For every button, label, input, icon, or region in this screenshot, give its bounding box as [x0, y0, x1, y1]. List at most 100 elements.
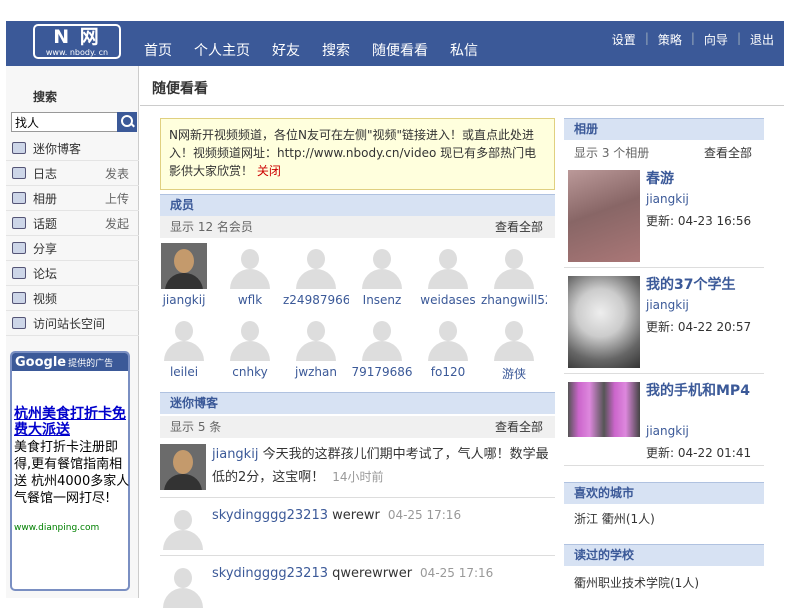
- separator: |: [736, 31, 741, 45]
- sidebar-item-label: 迷你博客: [33, 141, 82, 156]
- sidebar-item-share[interactable]: 分享: [6, 236, 139, 261]
- ad-tag: 提供的广告: [68, 358, 114, 369]
- school-value[interactable]: 衢州职业技术学院(1人): [574, 574, 699, 591]
- nav-messages[interactable]: 私信: [450, 40, 478, 60]
- avatar[interactable]: [359, 243, 405, 289]
- ad-url[interactable]: www.dianping.com: [14, 523, 99, 533]
- avatar[interactable]: [227, 315, 273, 361]
- ad-title-link[interactable]: 杭州美食打折卡免费大派送: [14, 406, 130, 438]
- album-title-link[interactable]: 我的37个学生: [646, 276, 761, 294]
- member-card[interactable]: z24987966: [283, 243, 349, 313]
- albums-view-all-link[interactable]: 查看全部: [704, 142, 752, 164]
- avatar[interactable]: [293, 243, 339, 289]
- search-input[interactable]: [11, 112, 121, 132]
- sidebar-item-action[interactable]: 上传: [105, 190, 129, 207]
- avatar[interactable]: [359, 315, 405, 361]
- settings-link[interactable]: 设置: [612, 31, 636, 48]
- member-card[interactable]: cnhky: [217, 315, 283, 385]
- member-card[interactable]: 79179686: [349, 315, 415, 385]
- feed-item: skydingggg23213 qwerewrwer 04-25 17:16: [160, 556, 555, 616]
- member-card[interactable]: jwzhan: [283, 315, 349, 385]
- members-view-all-link[interactable]: 查看全部: [495, 216, 543, 238]
- album-user-link[interactable]: jiangkij: [646, 424, 689, 438]
- member-card[interactable]: zhangwill52: [481, 243, 547, 313]
- albums-count: 显示 3 个相册: [574, 146, 650, 160]
- logout-link[interactable]: 退出: [750, 31, 774, 48]
- member-name-link[interactable]: wflk: [217, 293, 283, 307]
- sidebar-item-journal[interactable]: 日志 发表: [6, 161, 139, 186]
- miniblog-section-title: 迷你博客: [160, 392, 555, 414]
- city-value[interactable]: 浙江 衢州(1人): [574, 510, 655, 527]
- member-name-link[interactable]: jwzhan: [283, 365, 349, 379]
- avatar[interactable]: [160, 444, 206, 490]
- avatar[interactable]: [160, 504, 206, 550]
- member-card[interactable]: weidases: [415, 243, 481, 313]
- sidebar-item-forum[interactable]: 论坛: [6, 261, 139, 286]
- member-name-link[interactable]: fo120: [415, 365, 481, 379]
- sidebar-item-topic[interactable]: 话题 发起: [6, 211, 139, 236]
- sidebar-item-action[interactable]: 发表: [105, 165, 129, 182]
- avatar[interactable]: [491, 243, 537, 289]
- feed-user-link[interactable]: skydingggg23213: [212, 566, 328, 581]
- sidebar-item-video[interactable]: 视频: [6, 286, 139, 311]
- avatar[interactable]: [160, 562, 206, 608]
- avatar[interactable]: [161, 315, 207, 361]
- avatar[interactable]: [227, 243, 273, 289]
- nav-home[interactable]: 首页: [144, 40, 172, 60]
- member-card[interactable]: wflk: [217, 243, 283, 313]
- feed-user-link[interactable]: jiangkij: [212, 447, 258, 462]
- album-user-link[interactable]: jiangkij: [646, 298, 689, 312]
- member-name-link[interactable]: weidases: [415, 293, 481, 307]
- member-name-link[interactable]: Insenz: [349, 293, 415, 307]
- feed-user-link[interactable]: skydingggg23213: [212, 508, 328, 523]
- avatar[interactable]: [293, 315, 339, 361]
- member-name-link[interactable]: 79179686: [349, 365, 415, 379]
- member-card[interactable]: jiangkij: [151, 243, 217, 313]
- album-thumbnail[interactable]: [568, 382, 640, 437]
- member-name-link[interactable]: zhangwill52: [481, 293, 547, 307]
- nav-browse[interactable]: 随便看看: [372, 40, 428, 60]
- member-name-link[interactable]: z24987966: [283, 293, 349, 307]
- member-card[interactable]: fo120: [415, 315, 481, 385]
- school-section-title: 读过的学校: [564, 544, 764, 566]
- avatar[interactable]: [425, 243, 471, 289]
- separator: |: [690, 31, 695, 45]
- member-name-link[interactable]: cnhky: [217, 365, 283, 379]
- site-logo[interactable]: N 网 www. nbody. cn: [33, 24, 121, 59]
- avatar[interactable]: [425, 315, 471, 361]
- avatar[interactable]: [161, 243, 207, 289]
- member-name-link[interactable]: jiangkij: [151, 293, 217, 307]
- avatar[interactable]: [491, 315, 537, 361]
- chat-icon: [12, 142, 26, 154]
- sidebar-item-action[interactable]: 发起: [105, 215, 129, 232]
- member-name-link[interactable]: leilei: [151, 365, 217, 379]
- feed-item: jiangkij 今天我的这群孩儿们期中考试了，气人哪！数学最低的2分，这宝啊！…: [160, 438, 555, 498]
- member-name-link[interactable]: 游侠: [481, 365, 547, 382]
- policy-link[interactable]: 策略: [658, 31, 682, 48]
- nav-friends[interactable]: 好友: [272, 40, 300, 60]
- ad-body: 美食打折卡注册即得,更有餐馆指南相送 杭州4000多家人气餐馆一网打尽!: [14, 440, 130, 506]
- album-item: 春游 jiangkij 更新: 04-23 16:56: [564, 164, 764, 268]
- sidebar-item-admin-space[interactable]: 访问站长空间: [6, 311, 139, 336]
- album-updated: 更新: 04-22 01:41: [646, 446, 752, 460]
- search-icon[interactable]: [117, 112, 137, 132]
- feed-text: qwerewrwer: [332, 566, 413, 581]
- member-card[interactable]: leilei: [151, 315, 217, 385]
- google-ad-box: Google 提供的广告 杭州美食打折卡免费大派送 美食打折卡注册即得,更有餐馆指…: [10, 351, 130, 591]
- album-user-link[interactable]: jiangkij: [646, 192, 689, 206]
- miniblog-count: 显示 5 条: [170, 420, 222, 434]
- album-thumbnail[interactable]: [568, 170, 640, 262]
- nav-search[interactable]: 搜索: [322, 40, 350, 60]
- album-title-link[interactable]: 我的手机和MP4: [646, 382, 761, 400]
- member-card[interactable]: Insenz: [349, 243, 415, 313]
- sidebar-item-album[interactable]: 相册 上传: [6, 186, 139, 211]
- nav-profile[interactable]: 个人主页: [194, 40, 250, 60]
- logo-main-text: N 网: [53, 26, 101, 48]
- album-title-link[interactable]: 春游: [646, 170, 761, 188]
- guide-link[interactable]: 向导: [704, 31, 728, 48]
- member-card[interactable]: 游侠: [481, 315, 547, 385]
- notice-close-link[interactable]: 关闭: [257, 164, 281, 178]
- miniblog-view-all-link[interactable]: 查看全部: [495, 416, 543, 438]
- album-thumbnail[interactable]: [568, 276, 640, 368]
- sidebar-item-miniblog[interactable]: 迷你博客: [6, 136, 139, 161]
